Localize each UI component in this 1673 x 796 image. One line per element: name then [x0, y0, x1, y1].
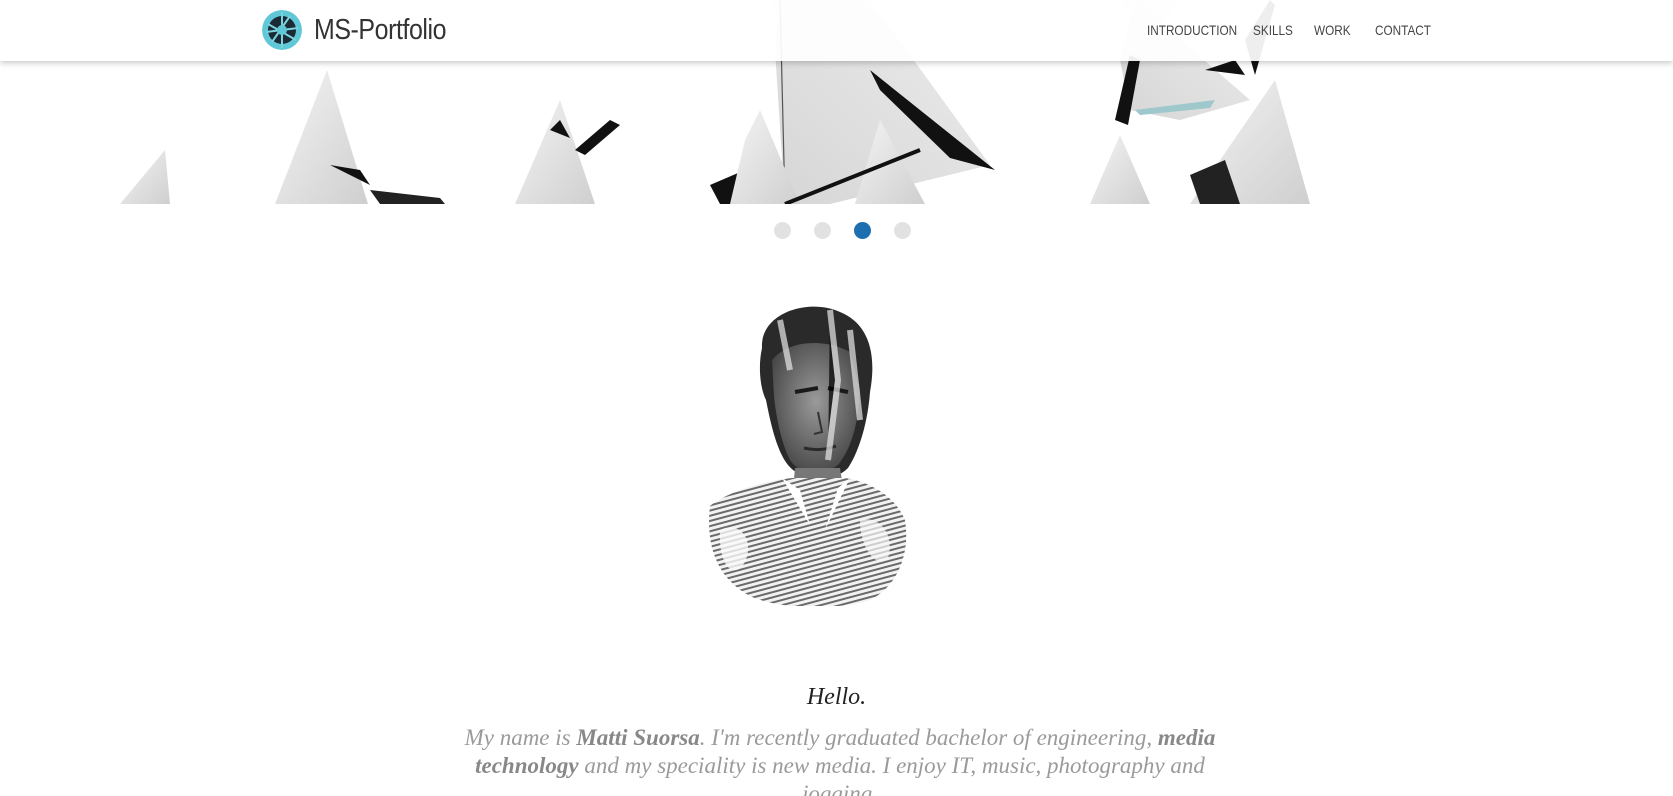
portfolio-page: MS-Portfolio INTRODUCTION SKILLS WORK CO… [0, 0, 1673, 796]
intro-text-part-2: . I'm recently graduated bachelor of eng… [699, 725, 1158, 750]
intro-text: My name is Matti Suorsa. I'm recently gr… [440, 724, 1240, 796]
intro-text-part-1: My name is [464, 725, 577, 750]
slider-dot-2[interactable] [814, 222, 831, 239]
slider-dot-1[interactable] [774, 222, 791, 239]
main-nav: INTRODUCTION SKILLS WORK CONTACT [0, 18, 1673, 42]
intro-greeting: Hello. [806, 684, 867, 710]
intro-name: Matti Suorsa [576, 725, 700, 750]
profile-portrait [709, 306, 907, 606]
site-header: MS-Portfolio INTRODUCTION SKILLS WORK CO… [0, 0, 1673, 61]
slider-dot-4[interactable] [894, 222, 911, 239]
nav-item-work[interactable]: WORK [1314, 18, 1351, 42]
nav-item-contact[interactable]: CONTACT [1375, 18, 1431, 42]
slider-dot-3[interactable] [854, 222, 871, 239]
nav-item-introduction[interactable]: INTRODUCTION [1147, 18, 1237, 42]
slider-dots [0, 222, 1673, 240]
nav-item-skills[interactable]: SKILLS [1253, 18, 1293, 42]
intro-text-part-3: and my speciality is new media. I enjoy … [578, 753, 1205, 796]
